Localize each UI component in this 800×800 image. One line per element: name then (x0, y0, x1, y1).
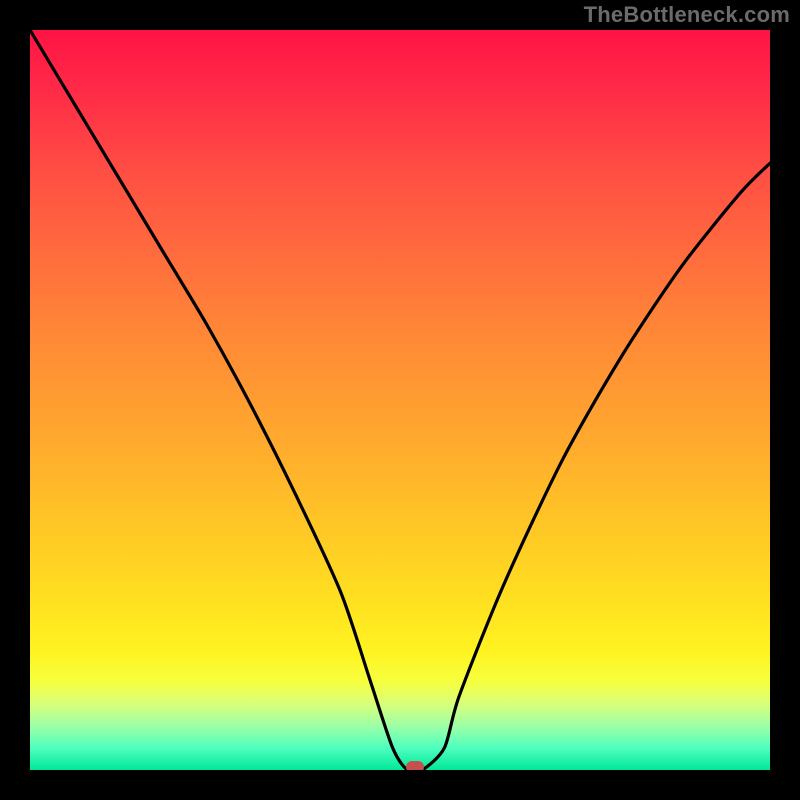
chart-frame: TheBottleneck.com (0, 0, 800, 800)
plot-area (30, 30, 770, 770)
watermark-text: TheBottleneck.com (584, 2, 790, 28)
bottleneck-curve (30, 30, 770, 770)
minimum-marker (406, 761, 424, 770)
